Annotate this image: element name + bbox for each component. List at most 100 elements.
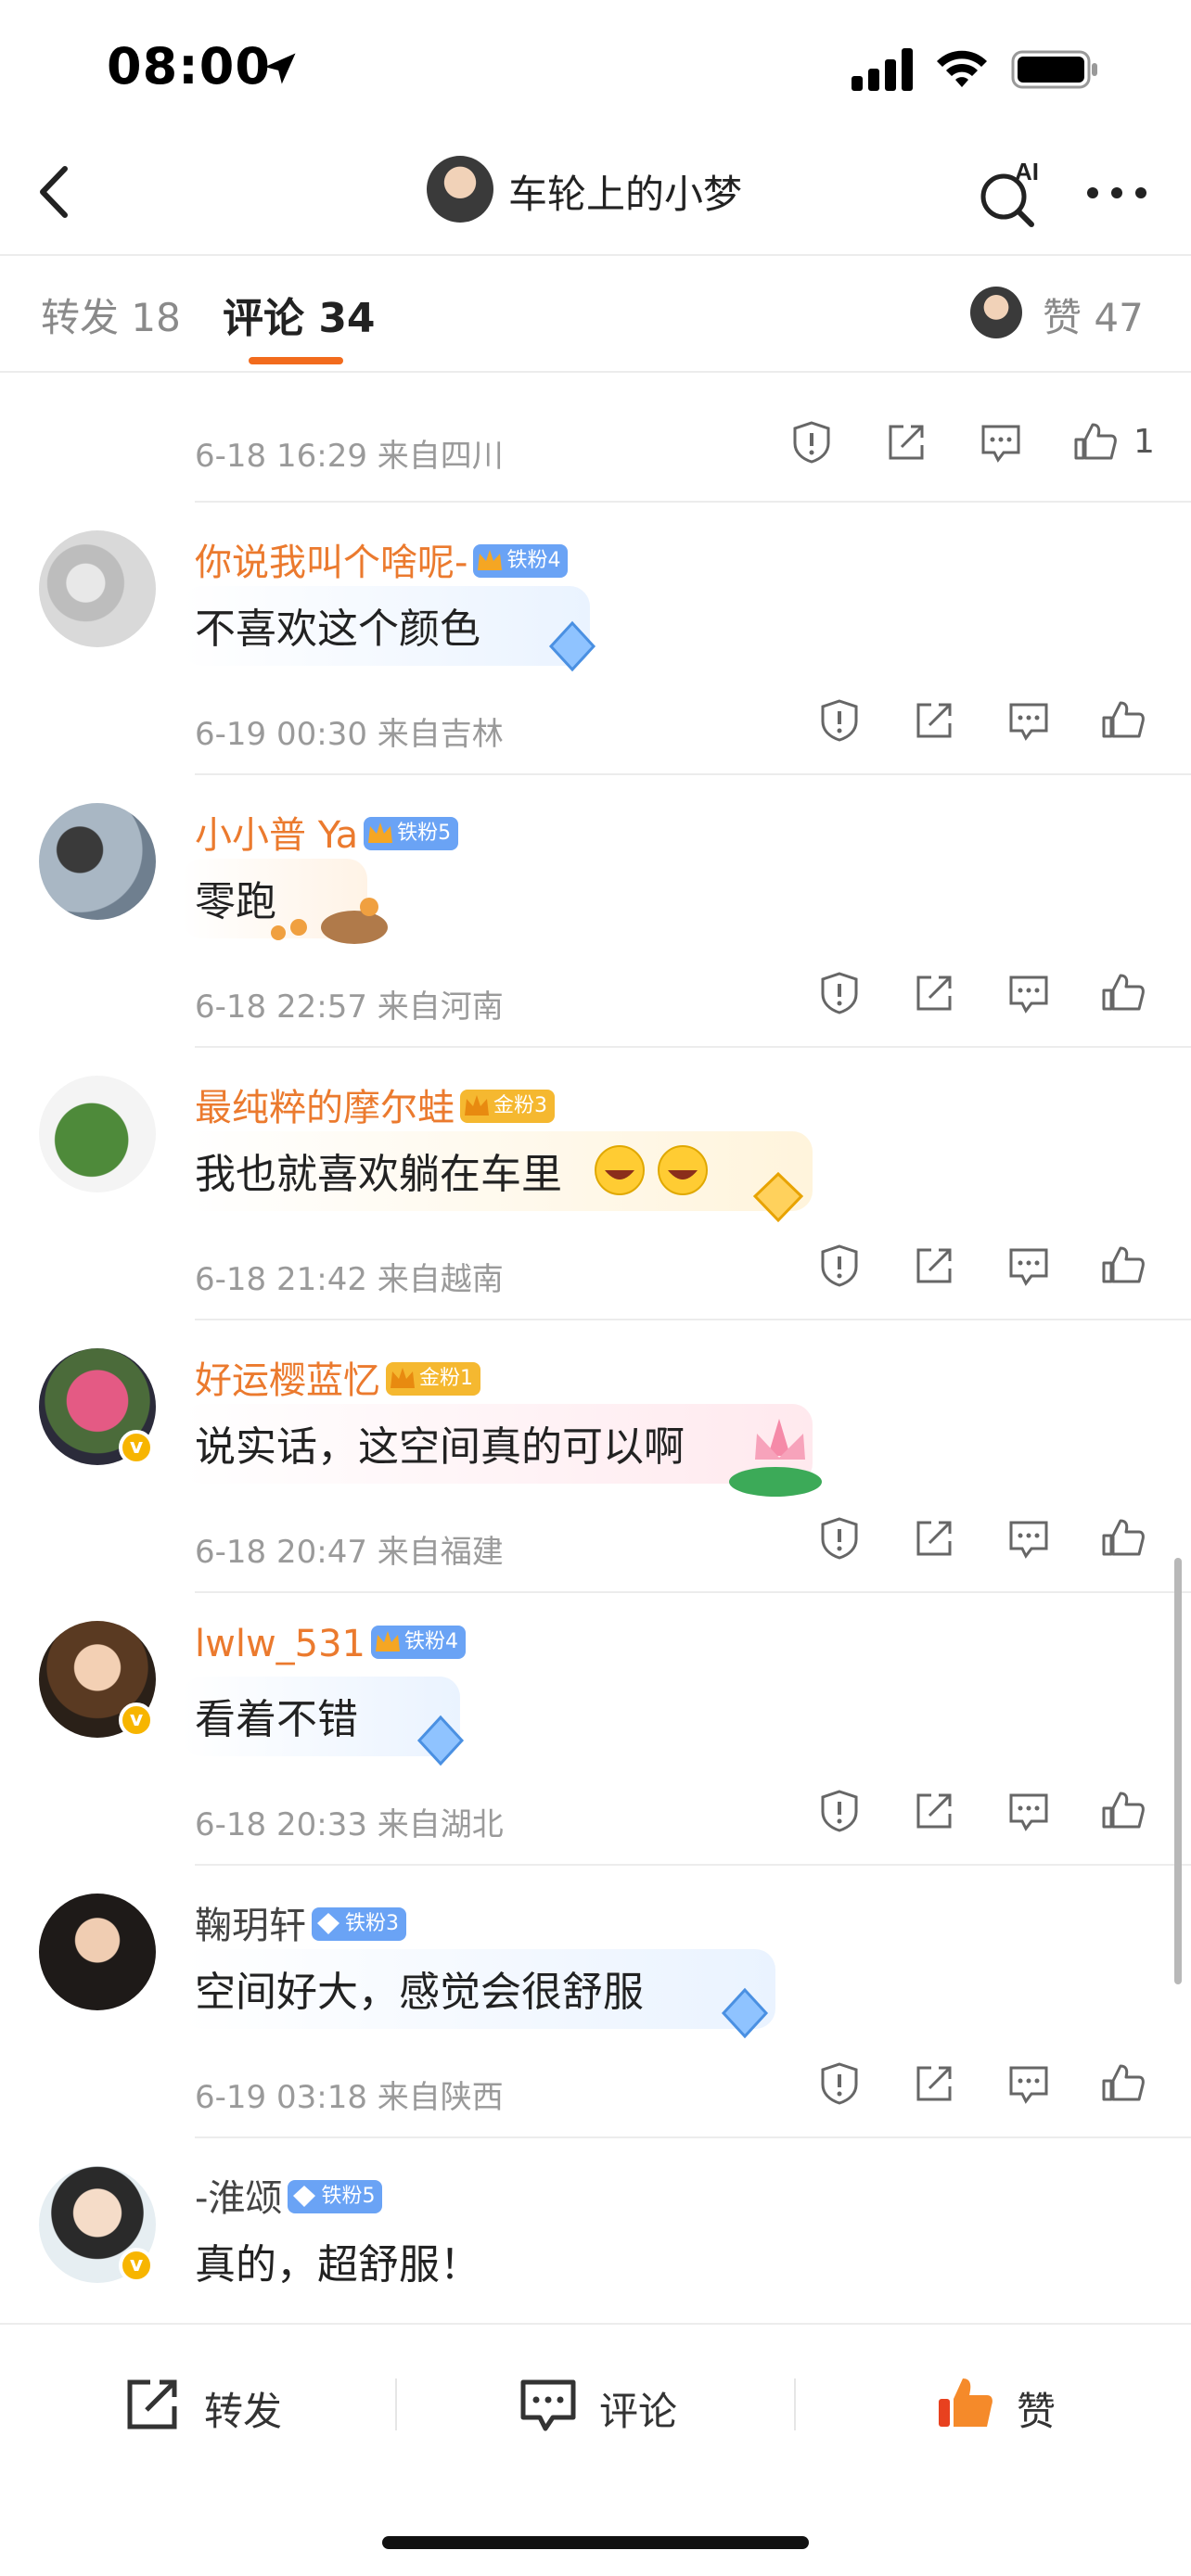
back-icon[interactable] <box>28 159 83 224</box>
comment-actions <box>816 697 1169 753</box>
reply-icon[interactable] <box>978 419 1024 465</box>
comment-username[interactable]: lwlw_531 铁粉4 <box>195 1623 467 1665</box>
like-icon[interactable] <box>1100 970 1146 1016</box>
report-icon[interactable] <box>816 697 863 744</box>
report-icon[interactable] <box>816 970 863 1016</box>
nav-divider <box>0 254 1191 256</box>
comment-username[interactable]: -淮颂 铁粉5 <box>195 2168 383 2222</box>
share-icon[interactable] <box>911 1243 957 1289</box>
avatar[interactable] <box>39 803 156 920</box>
comment-item: v lwlw_531 铁粉4 看着不错 6-18 20:33 来自湖北 <box>0 1593 1191 1866</box>
comment-text[interactable]: 我也就喜欢躺在车里 <box>195 1141 562 1200</box>
share-icon[interactable] <box>883 419 929 465</box>
ai-search-icon[interactable]: AI <box>974 156 1048 230</box>
comment-username[interactable]: 好运樱蓝忆 金粉1 <box>195 1350 480 1404</box>
crown-icon <box>478 550 503 570</box>
comment-username[interactable]: 鞠玥轩 铁粉3 <box>195 1895 406 1949</box>
comment-text[interactable]: 不喜欢这个颜色 <box>195 595 480 655</box>
verified-badge-icon: v <box>119 1702 154 1738</box>
share-icon[interactable] <box>911 1515 957 1562</box>
comment-text[interactable]: 空间好大，感觉会很舒服 <box>195 1958 644 2018</box>
like-count: 1 <box>1133 423 1155 461</box>
comment-username[interactable]: 小小普 Ya 铁粉5 <box>195 805 459 859</box>
comment-button[interactable]: 评论 <box>516 2371 729 2445</box>
reply-icon[interactable] <box>1005 2060 1052 2107</box>
diamond-icon <box>293 2186 316 2207</box>
like-icon[interactable] <box>1100 2060 1146 2107</box>
username-text: 小小普 Ya <box>195 814 359 857</box>
comment-meta: 6-19 00:30 来自吉林 <box>195 716 504 753</box>
reply-icon[interactable] <box>1005 1788 1052 1834</box>
comment-text[interactable]: 看着不错 <box>195 1686 358 1745</box>
lotus-sticker-icon <box>729 1419 822 1497</box>
repost-button[interactable]: 转发 <box>121 2371 334 2445</box>
wifi-icon <box>937 50 987 87</box>
cellular-signal-icon <box>852 48 913 91</box>
comment-actions <box>816 1515 1169 1571</box>
comment-meta: 6-18 20:33 来自湖北 <box>195 1806 504 1843</box>
like-icon[interactable] <box>1100 1515 1146 1562</box>
verified-badge-icon: v <box>119 1430 154 1465</box>
tab-like[interactable]: 赞 47 <box>1043 287 1144 343</box>
share-icon[interactable] <box>911 2060 957 2107</box>
tab-repost[interactable]: 转发 18 <box>41 287 181 343</box>
nav-bar: 车轮上的小梦 AI <box>0 139 1191 255</box>
comment-meta: 6-18 21:42 来自越南 <box>195 1261 504 1298</box>
bottom-bar-divider <box>0 2323 1191 2325</box>
fan-badge: 铁粉4 <box>371 1626 467 1659</box>
report-icon[interactable] <box>816 1243 863 1289</box>
reply-icon[interactable] <box>1005 970 1052 1016</box>
comment-item: 鞠玥轩 铁粉3 空间好大，感觉会很舒服 6-19 03:18 来自陕西 <box>0 1866 1191 2138</box>
username-text: 你说我叫个啥呢- <box>195 542 468 584</box>
comment-item: v -淮颂 铁粉5 真的，超舒服！ <box>0 2138 1191 2320</box>
share-icon[interactable] <box>911 970 957 1016</box>
bottom-bar-separator <box>395 2378 397 2430</box>
like-label: 赞 <box>1017 2389 1057 2434</box>
crown-icon <box>391 1368 415 1388</box>
location-arrow-icon <box>264 53 296 84</box>
more-icon[interactable] <box>1083 184 1150 202</box>
fan-badge-label: 铁粉5 <box>321 2185 376 2208</box>
like-icon[interactable] <box>1100 1788 1146 1834</box>
like-icon[interactable] <box>1100 697 1146 744</box>
home-indicator[interactable] <box>382 2536 809 2549</box>
scrollbar[interactable] <box>1174 1558 1182 1984</box>
comment-text[interactable]: 说实话，这空间真的可以啊 <box>195 1413 685 1473</box>
report-icon[interactable] <box>788 419 835 465</box>
repost-icon <box>127 2379 177 2429</box>
repost-label: 转发 <box>204 2389 283 2434</box>
fan-badge-label: 金粉1 <box>419 1367 473 1390</box>
share-icon[interactable] <box>911 1788 957 1834</box>
tab-comment[interactable]: 评论 34 <box>223 285 376 344</box>
crown-icon <box>376 1631 401 1651</box>
grin-emoji-icon <box>595 1145 708 1195</box>
reply-icon[interactable] <box>1005 697 1052 744</box>
crown-icon <box>368 823 393 843</box>
comment-text[interactable]: 真的，超舒服！ <box>195 2231 480 2290</box>
author-avatar[interactable] <box>427 156 493 223</box>
avatar[interactable] <box>39 1894 156 2010</box>
report-icon[interactable] <box>816 2060 863 2107</box>
report-icon[interactable] <box>816 1515 863 1562</box>
avatar[interactable] <box>39 1076 156 1192</box>
comment-username[interactable]: 你说我叫个啥呢- 铁粉4 <box>195 532 569 586</box>
like-icon[interactable] <box>1100 1243 1146 1289</box>
avatar[interactable] <box>39 530 156 647</box>
comment-list[interactable]: 6-18 16:29 来自四川 1 你说我叫个啥呢- 铁粉4 不喜欢这个颜色 6-… <box>0 373 1191 2320</box>
nav-title[interactable]: 车轮上的小梦 <box>508 163 742 220</box>
fan-badge: 金粉1 <box>386 1362 480 1396</box>
report-icon[interactable] <box>816 1788 863 1834</box>
fan-badge-label: 铁粉5 <box>397 822 452 845</box>
comment-username[interactable]: 最纯粹的摩尔蛙 金粉3 <box>195 1078 555 1131</box>
reply-icon[interactable] <box>1005 1243 1052 1289</box>
like-button[interactable]: 赞 <box>933 2371 1100 2445</box>
share-icon[interactable] <box>911 697 957 744</box>
fan-badge: 铁粉4 <box>473 544 569 578</box>
liker-avatar <box>970 287 1022 338</box>
fan-badge-label: 铁粉3 <box>345 1912 399 1935</box>
comment-text[interactable]: 零跑 <box>195 868 276 927</box>
like-icon[interactable] <box>1072 419 1119 465</box>
username-text: lwlw_531 <box>195 1623 366 1665</box>
diamond-sticker-icon <box>721 1987 769 2039</box>
reply-icon[interactable] <box>1005 1515 1052 1562</box>
